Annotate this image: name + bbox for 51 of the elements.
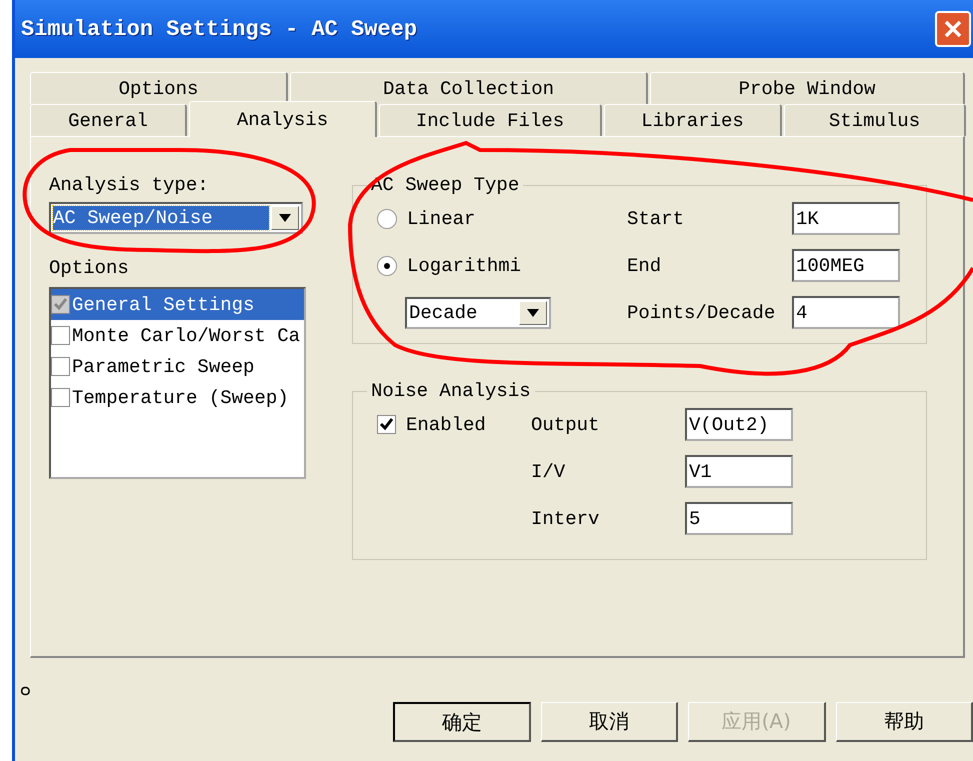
tab[interactable]: Stimulus (784, 104, 966, 136)
tab[interactable]: Analysis (189, 101, 377, 137)
checkbox[interactable] (51, 295, 70, 314)
dialog-button[interactable]: 帮助 (836, 702, 973, 742)
group-title: Noise Analysis (370, 380, 532, 402)
input-field[interactable]: 5 (685, 502, 793, 535)
check-icon (379, 417, 394, 432)
close-icon (943, 19, 963, 39)
field-label: Points/Decade (627, 302, 776, 324)
scale-dropdown[interactable]: Decade (405, 296, 551, 328)
tab[interactable]: General (30, 104, 187, 136)
tab[interactable]: Include Files (379, 104, 602, 136)
radio-button[interactable] (377, 256, 397, 276)
field-label: Interv (531, 508, 600, 530)
list-item[interactable]: Parametric Sweep (51, 351, 304, 382)
analysis-type-dropdown[interactable]: AC Sweep/Noise (49, 202, 303, 234)
dialog-button[interactable]: 取消 (540, 702, 678, 742)
checkbox[interactable] (51, 388, 70, 407)
field-label: I/V (531, 460, 566, 482)
list-item[interactable]: General Settings (51, 289, 304, 320)
field-label: End (627, 254, 662, 276)
checkbox[interactable] (51, 326, 70, 345)
list-item[interactable]: Temperature (Sweep) (51, 382, 304, 413)
tab[interactable]: Options (30, 72, 288, 104)
input-field[interactable]: V1 (685, 455, 793, 488)
options-label: Options (49, 257, 130, 279)
enabled-checkbox[interactable]: Enabled (377, 414, 531, 436)
checkbox[interactable] (51, 357, 70, 376)
window-title: Simulation Settings - AC Sweep (21, 16, 418, 42)
tab[interactable]: Probe Window (650, 72, 965, 104)
field-label: Start (627, 208, 686, 230)
field-label: Output (531, 414, 600, 436)
check-icon (53, 297, 68, 312)
input-field[interactable]: V(Out2) (685, 408, 793, 441)
list-item[interactable]: Monte Carlo/Worst Ca (51, 320, 304, 351)
tab[interactable]: Data Collection (290, 72, 648, 104)
input-field[interactable]: 1K (792, 202, 900, 235)
tab[interactable]: Libraries (604, 104, 782, 136)
dropdown-arrow-icon (527, 308, 539, 316)
radio-option[interactable]: Logarithmi (377, 254, 627, 276)
dialog-button[interactable]: 确定 (393, 702, 531, 742)
analysis-type-label: Analysis type: (49, 174, 210, 196)
input-field[interactable]: 4 (792, 296, 900, 329)
stray-text: 。 (17, 654, 57, 703)
close-button[interactable] (935, 11, 971, 47)
radio-dot-icon (384, 262, 390, 268)
dropdown-arrow-icon (279, 214, 291, 222)
radio-option[interactable]: Linear (377, 208, 627, 230)
input-field[interactable]: 100MEG (792, 249, 900, 282)
radio-button[interactable] (377, 208, 397, 228)
checkbox[interactable] (377, 415, 396, 434)
